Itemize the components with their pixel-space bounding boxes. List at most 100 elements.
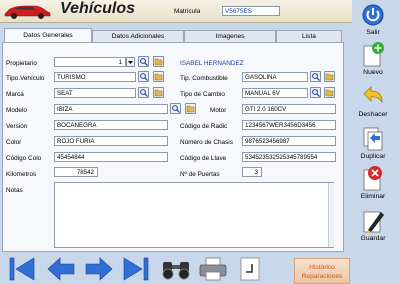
salir-button[interactable]: Salir: [355, 0, 391, 40]
first-record-icon: [9, 257, 35, 281]
folder-icon: [154, 73, 163, 81]
combustible-search-button[interactable]: [310, 71, 321, 82]
guardar-label: Guardar: [360, 235, 386, 242]
search-icon: [140, 73, 148, 81]
power-icon: [362, 4, 384, 26]
delete-icon: [363, 166, 382, 191]
tab-lista[interactable]: Lista: [276, 30, 342, 42]
marca-label: Marca: [6, 91, 24, 98]
tab-datos-adicionales[interactable]: Datos Adicionales: [92, 30, 184, 42]
folder-icon: [154, 58, 163, 66]
cambio-search-button[interactable]: [310, 87, 321, 98]
duplicar-button[interactable]: Duplicar: [355, 124, 391, 164]
codigo-radio-label: Código de Radic: [180, 123, 228, 130]
last-record-button[interactable]: [122, 256, 150, 284]
reparaciones-label: Reparaciones: [301, 273, 343, 280]
marca-folder-button[interactable]: [153, 87, 164, 98]
tipo-combustible-field[interactable]: GASOLINA: [242, 72, 308, 82]
tipo-vehiculo-label: Tipo.Vehículo: [6, 75, 45, 82]
eliminar-button[interactable]: Eliminar: [355, 164, 391, 204]
modelo-search-button[interactable]: [170, 103, 181, 114]
motor-label: Motor: [210, 107, 227, 114]
search-icon: [140, 89, 148, 97]
codigo-radio-field[interactable]: 1234567WER3456D3456: [242, 120, 336, 130]
num-chasis-label: Número de Chasis: [180, 139, 233, 146]
search-icon: [172, 105, 180, 113]
tipo-vehiculo-field[interactable]: TURISMO: [54, 72, 136, 82]
duplicate-icon: [363, 127, 383, 151]
search-records-button[interactable]: [160, 258, 192, 282]
historico-label: Histórico: [309, 264, 335, 271]
document-corner-icon: [240, 257, 260, 281]
arrow-left-icon: [47, 257, 75, 281]
notas-scrollbar[interactable]: [328, 183, 334, 247]
tipo-vehiculo-search-button[interactable]: [138, 71, 149, 82]
print-button[interactable]: [198, 256, 228, 284]
matricula-field[interactable]: V5675ES: [222, 6, 280, 16]
tipo-cambio-field[interactable]: MANUAL 6V: [242, 88, 308, 98]
codigo-color-label: Código Colo: [6, 155, 42, 162]
color-label: Color: [6, 139, 22, 146]
export-button[interactable]: [238, 256, 262, 284]
notas-textarea[interactable]: [54, 182, 334, 248]
chevron-down-icon: [128, 61, 133, 64]
next-record-button[interactable]: [84, 256, 114, 284]
cambio-folder-button[interactable]: [324, 87, 335, 98]
red-car-icon: [4, 5, 51, 19]
num-puertas-label: Nº de Puertas: [180, 171, 220, 178]
num-chasis-field[interactable]: 9876523456987: [242, 136, 336, 146]
nuevo-label: Nuevo: [363, 69, 383, 76]
historico-reparaciones-button[interactable]: Histórico Reparaciones: [294, 258, 350, 284]
propietario-label: Propietario: [6, 60, 37, 67]
page-title: Vehículos: [60, 0, 135, 17]
kilometros-field[interactable]: 78542: [54, 167, 98, 177]
previous-record-button[interactable]: [46, 256, 76, 284]
header-bar: Vehículos Matrícula V5675ES: [0, 0, 352, 23]
propietario-folder-button[interactable]: [153, 56, 164, 67]
marca-search-button[interactable]: [138, 87, 149, 98]
folder-icon: [154, 89, 163, 97]
tipo-vehiculo-folder-button[interactable]: [153, 71, 164, 82]
tipo-combustible-label: Tip. Combustible: [180, 75, 228, 82]
propietario-dropdown-button[interactable]: [126, 57, 135, 67]
notas-label: Notas: [6, 187, 23, 194]
tab-datos-generales[interactable]: Datos Generales: [4, 28, 92, 42]
duplicar-label: Duplicar: [360, 153, 386, 160]
matricula-label: Matrícula: [174, 8, 201, 15]
printer-icon: [199, 257, 227, 281]
undo-icon: [363, 86, 383, 104]
tipo-cambio-label: Tipo de Cambio: [180, 91, 225, 98]
folder-icon: [325, 89, 334, 97]
save-icon: [363, 211, 384, 233]
nuevo-button[interactable]: Nuevo: [355, 40, 391, 80]
salir-label: Salir: [366, 29, 380, 36]
last-record-icon: [123, 257, 149, 281]
kilometros-label: Kilometros: [6, 171, 37, 178]
propietario-name: ISABEL HERNANDEZ: [180, 60, 244, 67]
arrow-right-icon: [85, 257, 113, 281]
search-icon: [140, 58, 148, 66]
codigo-color-field[interactable]: 45454844: [54, 152, 168, 162]
search-icon: [312, 73, 320, 81]
propietario-field[interactable]: 1: [54, 57, 126, 67]
first-record-button[interactable]: [8, 256, 36, 284]
deshacer-label: Deshacer: [358, 111, 388, 118]
search-icon: [312, 89, 320, 97]
guardar-button[interactable]: Guardar: [355, 206, 391, 246]
marca-field[interactable]: SEAT: [54, 88, 136, 98]
version-label: Versión: [6, 123, 28, 130]
new-document-icon: [363, 42, 384, 67]
color-field[interactable]: ROJO FURIA: [54, 136, 168, 146]
tab-imagenes[interactable]: Imagenes: [184, 30, 276, 42]
modelo-folder-button[interactable]: [185, 103, 196, 114]
deshacer-button[interactable]: Deshacer: [355, 82, 391, 122]
version-field[interactable]: BOCANEGRA: [54, 120, 168, 130]
num-puertas-field[interactable]: 3: [242, 167, 262, 177]
codigo-llave-field[interactable]: 534523532525345789554: [242, 152, 336, 162]
combustible-folder-button[interactable]: [324, 71, 335, 82]
modelo-field[interactable]: IBIZA: [54, 104, 168, 114]
motor-field[interactable]: GTI 2.0 160CV: [242, 104, 336, 114]
eliminar-label: Eliminar: [360, 193, 386, 200]
propietario-search-button[interactable]: [138, 56, 149, 67]
folder-icon: [186, 105, 195, 113]
